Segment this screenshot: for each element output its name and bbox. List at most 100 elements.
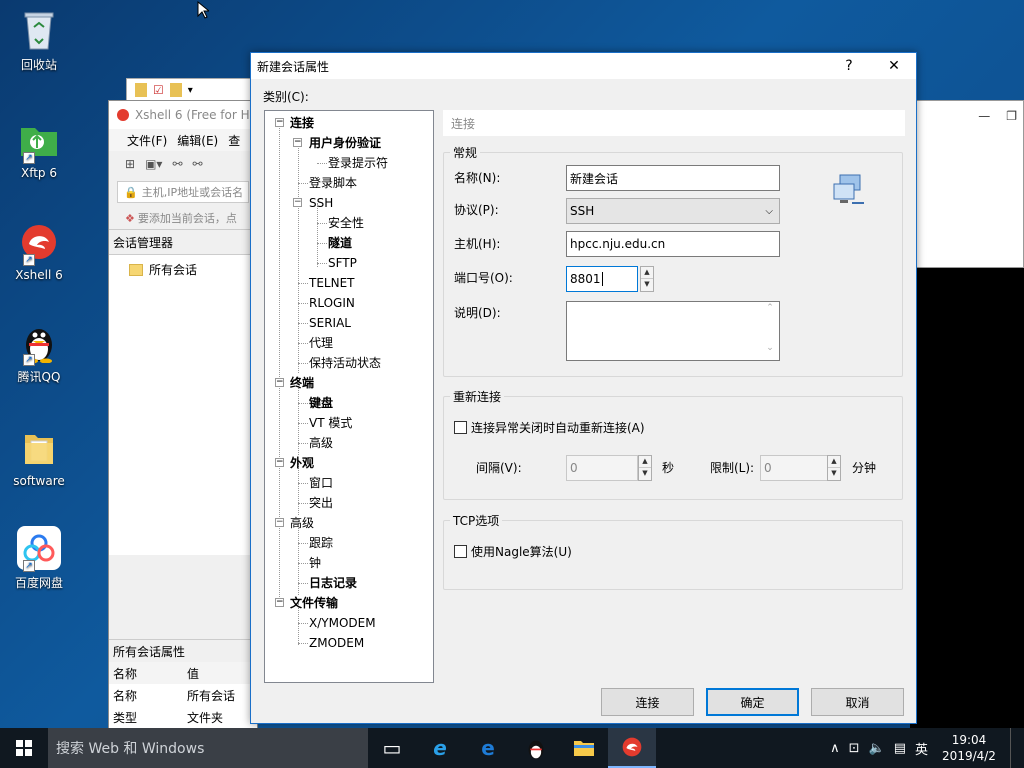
tree-item-keyboard[interactable]: 键盘	[265, 393, 433, 413]
link-icon[interactable]: ⚯	[193, 157, 203, 171]
restore-icon[interactable]: ❐	[1006, 109, 1017, 123]
volume-icon[interactable]: 🔈	[869, 741, 885, 756]
tree-item-connection[interactable]: − 连接	[265, 113, 433, 133]
tree-item-xymodem[interactable]: X/YMODEM	[265, 613, 433, 633]
dropdown-arrow-icon[interactable]: ▾	[188, 85, 193, 96]
limit-stepper[interactable]: ▲ ▼	[827, 455, 841, 481]
tree-item-file-transfer[interactable]: − 文件传输	[265, 593, 433, 613]
file-explorer-icon[interactable]	[560, 728, 608, 768]
start-button[interactable]	[0, 728, 48, 768]
scroll-down-icon[interactable]: ⌄	[762, 343, 778, 353]
tree-item-tunneling[interactable]: 隧道	[265, 233, 433, 253]
description-scrollbar[interactable]: ⌃ ⌄	[762, 303, 778, 359]
nagle-checkbox[interactable]: 使用Nagle算法(U)	[454, 543, 572, 560]
interval-input[interactable]: 0	[566, 455, 638, 481]
checkbox-icon[interactable]	[454, 545, 467, 558]
stepper-up-icon[interactable]: ▲	[641, 267, 653, 279]
stepper-up-icon[interactable]: ▲	[639, 456, 651, 468]
taskbar-search-box[interactable]: 搜索 Web 和 Windows	[48, 728, 368, 768]
collapse-icon[interactable]: −	[293, 198, 302, 207]
tree-item-login-scripts[interactable]: 登录脚本	[265, 173, 433, 193]
protocol-select[interactable]: SSH ⌵	[566, 198, 780, 224]
desktop-icon-software-folder[interactable]: software	[8, 426, 70, 488]
collapse-icon[interactable]: −	[293, 138, 302, 147]
auto-reconnect-checkbox[interactable]: 连接异常关闭时自动重新连接(A)	[454, 419, 645, 436]
stepper-up-icon[interactable]: ▲	[828, 456, 840, 468]
tree-item-ssh[interactable]: − SSH	[265, 193, 433, 213]
tree-item-terminal[interactable]: − 终端	[265, 373, 433, 393]
checkbox-icon[interactable]	[454, 421, 467, 434]
collapse-icon[interactable]: −	[275, 518, 284, 527]
cancel-button[interactable]: 取消	[811, 688, 904, 716]
all-sessions-item[interactable]: 所有会话	[129, 261, 257, 278]
tree-item-terminal-advanced[interactable]: 高级	[265, 433, 433, 453]
xshell-logo-icon	[117, 109, 129, 121]
edge-icon[interactable]: e	[464, 728, 512, 768]
tree-item-highlight[interactable]: 突出	[265, 493, 433, 513]
tree-item-logging[interactable]: 日志记录	[265, 573, 433, 593]
internet-explorer-icon[interactable]: e	[416, 728, 464, 768]
limit-input[interactable]: 0	[760, 455, 828, 481]
task-view-icon[interactable]: ▭	[368, 728, 416, 768]
tree-item-bell[interactable]: 钟	[265, 553, 433, 573]
properties-check-icon[interactable]: ☑	[153, 83, 164, 97]
menu-view[interactable]: 查	[228, 132, 240, 149]
tree-item-login-prompts[interactable]: 登录提示符	[265, 153, 433, 173]
stepper-down-icon[interactable]: ▼	[639, 468, 651, 480]
windows-logo-icon	[16, 740, 32, 756]
scroll-up-icon[interactable]: ⌃	[762, 303, 778, 313]
close-button[interactable]: ✕	[871, 53, 917, 79]
ime-indicator[interactable]: 英	[915, 739, 928, 758]
tree-item-proxy[interactable]: 代理	[265, 333, 433, 353]
address-input[interactable]: 🔒 主机,IP地址或会话名	[117, 181, 249, 203]
desktop-icon-qq[interactable]: ↗ 腾讯QQ	[8, 320, 70, 385]
show-hidden-icons-chevron-icon[interactable]: ∧	[830, 741, 840, 756]
tree-item-zmodem[interactable]: ZMODEM	[265, 633, 433, 653]
qq-taskbar-icon[interactable]	[512, 728, 560, 768]
tree-item-security[interactable]: 安全性	[265, 213, 433, 233]
port-stepper[interactable]: ▲ ▼	[640, 266, 654, 292]
connect-button[interactable]: 连接	[601, 688, 694, 716]
clock[interactable]: 19:04 2019/4/2	[937, 732, 1001, 764]
notifications-icon[interactable]	[1010, 728, 1014, 768]
folder-icon[interactable]	[135, 83, 147, 97]
desktop-icon-xshell[interactable]: ↗ Xshell 6	[8, 220, 70, 282]
menu-edit[interactable]: 编辑(E)	[177, 132, 218, 149]
help-button[interactable]: ?	[826, 53, 872, 79]
tree-item-advanced[interactable]: − 高级	[265, 513, 433, 533]
interval-stepper[interactable]: ▲ ▼	[638, 455, 652, 481]
link-icon[interactable]: ⚯	[172, 157, 182, 171]
port-input[interactable]: 8801	[566, 266, 638, 292]
folder-icon[interactable]	[169, 83, 182, 97]
tree-item-trace[interactable]: 跟踪	[265, 533, 433, 553]
tree-item-window[interactable]: 窗口	[265, 473, 433, 493]
collapse-icon[interactable]: −	[275, 598, 284, 607]
description-textarea[interactable]	[566, 301, 780, 361]
action-center-icon[interactable]: ▤	[894, 741, 906, 756]
stepper-down-icon[interactable]: ▼	[828, 468, 840, 480]
host-input[interactable]: hpcc.nju.edu.cn	[566, 231, 780, 257]
collapse-icon[interactable]: −	[275, 118, 284, 127]
new-session-icon[interactable]: ⊞	[125, 157, 135, 171]
ok-button[interactable]: 确定	[706, 688, 799, 716]
desktop-icon-xftp[interactable]: ↗ Xftp 6	[8, 118, 70, 180]
tree-item-vt-mode[interactable]: VT 模式	[265, 413, 433, 433]
menu-file[interactable]: 文件(F)	[127, 132, 167, 149]
name-input[interactable]: 新建会话	[566, 165, 780, 191]
tree-item-appearance[interactable]: − 外观	[265, 453, 433, 473]
stepper-down-icon[interactable]: ▼	[641, 279, 653, 291]
tree-item-keep-alive[interactable]: 保持活动状态	[265, 353, 433, 373]
minimize-icon[interactable]: —	[978, 109, 990, 123]
tree-item-telnet[interactable]: TELNET	[265, 273, 433, 293]
tree-item-sftp[interactable]: SFTP	[265, 253, 433, 273]
tree-item-rlogin[interactable]: RLOGIN	[265, 293, 433, 313]
open-folder-icon[interactable]: ▣▾	[145, 157, 162, 171]
collapse-icon[interactable]: −	[275, 458, 284, 467]
desktop-icon-baidu-netdisk[interactable]: ↗ 百度网盘	[8, 526, 70, 591]
desktop-icon-recycle-bin[interactable]: 回收站	[8, 8, 70, 73]
xshell-taskbar-icon[interactable]	[608, 728, 656, 768]
network-icon[interactable]: ⊡	[849, 741, 860, 756]
tree-item-authentication[interactable]: − 用户身份验证	[265, 133, 433, 153]
collapse-icon[interactable]: −	[275, 378, 284, 387]
tree-item-serial[interactable]: SERIAL	[265, 313, 433, 333]
